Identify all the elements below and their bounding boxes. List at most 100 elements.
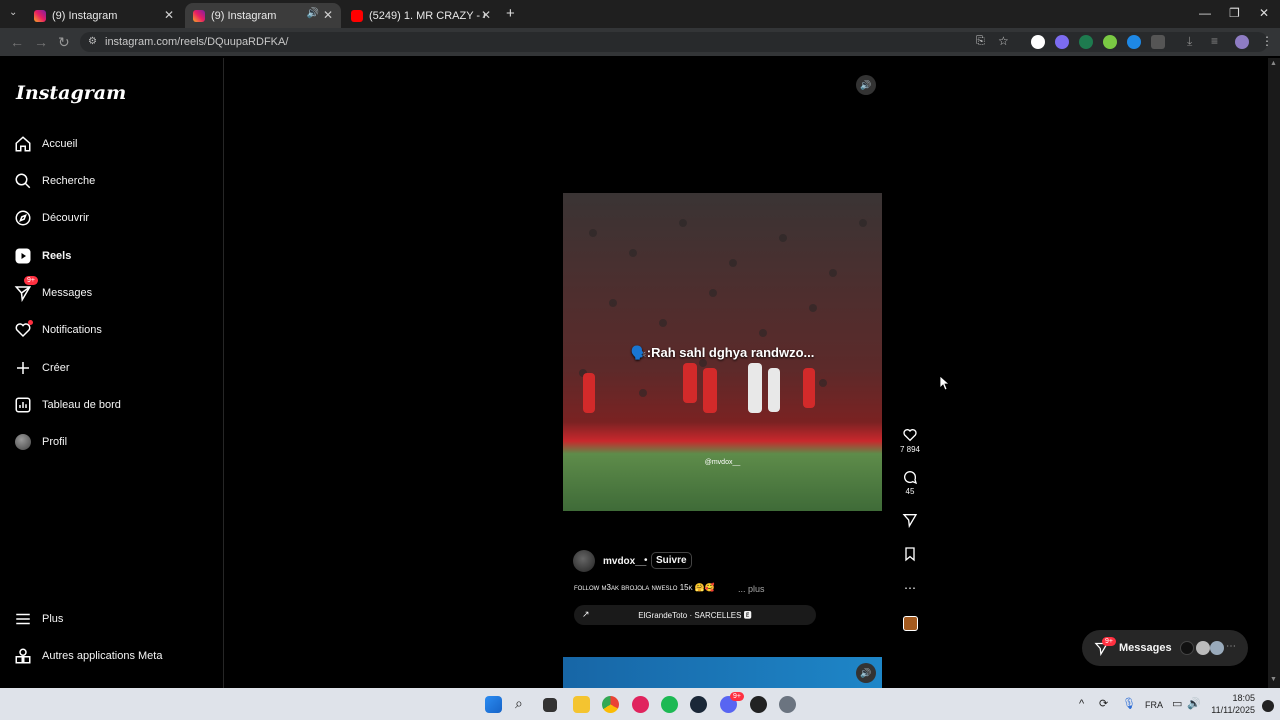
close-tab-icon[interactable]: ✕ <box>323 8 333 22</box>
like-button[interactable]: 7 894 <box>897 427 923 454</box>
messages-label: Messages <box>1119 642 1172 654</box>
sidebar-item-messages[interactable]: Messages 9+ <box>14 276 214 307</box>
browser-menu-icon[interactable]: ⋮ <box>1261 34 1273 48</box>
comment-button[interactable]: 45 <box>897 469 923 496</box>
network-icon[interactable]: ▭ <box>1172 697 1182 710</box>
taskbar-search-icon[interactable]: ⌕ <box>515 695 523 712</box>
messenger-icon <box>14 284 32 302</box>
volume-icon[interactable]: 🔊 <box>856 663 876 683</box>
tab-label: (5249) 1. MR CRAZY - COMBAT <box>369 9 485 22</box>
sidebar-item-label: Découvrir <box>42 212 90 224</box>
site-info-icon[interactable]: ⚙ <box>88 36 97 47</box>
tab-instagram-1[interactable]: (9) Instagram ✕ <box>26 3 182 28</box>
download-icon[interactable]: ⤓ <box>1187 34 1192 49</box>
page-scrollbar[interactable]: ▲ ▼ <box>1268 58 1280 688</box>
sidebar-item-tableau-de-bord[interactable]: Tableau de bord <box>14 391 214 419</box>
chrome-icon[interactable] <box>602 696 619 713</box>
sidebar-item-decouvrir[interactable]: Découvrir <box>14 204 214 232</box>
instagram-favicon-icon <box>34 9 46 22</box>
reel-video[interactable]: 🗣️:Rah sahl dghya randwzo... @mvdox__ <box>563 193 882 511</box>
reading-list-icon[interactable]: ≡ <box>1211 34 1218 48</box>
sidebar-item-plus[interactable]: Plus <box>14 605 214 633</box>
windows-start-icon[interactable] <box>485 696 502 713</box>
contact-avatar <box>1210 641 1224 655</box>
sync-icon[interactable]: ⟳ <box>1099 697 1108 710</box>
url-text[interactable]: instagram.com/reels/DQuupaRDFKA/ <box>105 36 288 48</box>
contact-avatar <box>1180 641 1194 655</box>
messages-floating-button[interactable]: 9+ Messages ⋯ <box>1082 630 1248 666</box>
share-button[interactable] <box>897 512 923 530</box>
save-button[interactable] <box>897 546 923 564</box>
app-icon[interactable] <box>750 696 767 713</box>
restore-icon[interactable]: ❐ <box>1229 6 1240 20</box>
author-avatar[interactable] <box>573 550 595 572</box>
settings-icon[interactable] <box>779 696 796 713</box>
new-tab-icon[interactable]: + <box>506 5 515 22</box>
back-icon[interactable]: ← <box>10 34 24 50</box>
reel-description: follow m3ak brojola nweslo 15k 🤗🥰 <box>574 583 715 592</box>
sidebar-item-label: Notifications <box>42 324 102 336</box>
discord-badge: 9+ <box>730 692 744 701</box>
extensions-puzzle-icon[interactable] <box>1151 35 1165 49</box>
profile-avatar-icon[interactable] <box>1235 35 1249 49</box>
messages-badge: 9+ <box>24 276 38 285</box>
follow-button[interactable]: Suivre <box>651 552 692 569</box>
plus-icon <box>14 359 32 377</box>
tab-youtube[interactable]: (5249) 1. MR CRAZY - COMBAT ✕ <box>343 3 499 28</box>
tab-instagram-2[interactable]: (9) Instagram 🔊 ✕ <box>185 3 341 28</box>
sidebar-item-creer[interactable]: Créer <box>14 354 214 382</box>
volume-icon[interactable]: 🔊 <box>856 75 876 95</box>
notification-center-icon[interactable] <box>1262 700 1274 712</box>
tray-chevron-icon[interactable]: ^ <box>1079 698 1084 710</box>
microphone-icon[interactable]: 🎙 <box>1122 697 1136 710</box>
task-view-icon[interactable] <box>543 698 557 712</box>
sidebar-item-meta-apps[interactable]: Autres applications Meta <box>14 642 214 670</box>
reload-icon[interactable]: ↻ <box>58 34 70 51</box>
instagram-logo[interactable]: Instagram <box>16 82 126 104</box>
extension-icon[interactable] <box>1103 35 1117 49</box>
language-indicator[interactable]: FRA <box>1145 700 1163 710</box>
sidebar-item-notifications[interactable]: Notifications <box>14 316 214 344</box>
messages-badge: 9+ <box>1102 637 1116 646</box>
author-username[interactable]: mvdox__ <box>603 556 646 567</box>
sidebar-item-profil[interactable]: Profil <box>14 428 214 456</box>
minimize-icon[interactable]: — <box>1199 6 1211 20</box>
extension-icon[interactable] <box>1127 35 1141 49</box>
scroll-up-icon[interactable]: ▲ <box>1270 60 1277 67</box>
sidebar-item-accueil[interactable]: Accueil <box>14 130 214 158</box>
more-options-icon[interactable]: ⋯ <box>897 582 923 594</box>
extension-icon[interactable] <box>1055 35 1069 49</box>
more-link[interactable]: ... plus <box>738 584 765 594</box>
bookmark-star-icon[interactable]: ☆ <box>998 34 1009 48</box>
extension-icon[interactable] <box>1079 35 1093 49</box>
install-app-icon[interactable]: ⎘ <box>976 35 985 48</box>
speaker-icon[interactable]: 🔊 <box>307 8 319 19</box>
steam-icon[interactable] <box>690 696 707 713</box>
spotify-icon[interactable] <box>661 696 678 713</box>
comment-icon <box>904 471 918 485</box>
close-tab-icon[interactable]: ✕ <box>481 8 491 22</box>
instagram-sidebar: Instagram Accueil Recherche Découvrir Re… <box>0 58 224 688</box>
app-icon[interactable] <box>632 696 649 713</box>
close-tab-icon[interactable]: ✕ <box>164 8 174 22</box>
audio-pill[interactable]: ↗ ElGrandeToto · SARCELLES 🅴 <box>574 605 816 625</box>
dashboard-icon <box>14 396 32 414</box>
file-explorer-icon[interactable] <box>573 696 590 713</box>
extension-icon[interactable] <box>1031 35 1045 49</box>
reel-watermark: @mvdox__ <box>704 459 741 466</box>
tab-label: (9) Instagram <box>52 9 118 22</box>
sidebar-item-recherche[interactable]: Recherche <box>14 167 214 195</box>
like-count: 7 894 <box>899 445 921 454</box>
next-reel-preview[interactable] <box>563 657 882 688</box>
instagram-favicon-icon <box>193 9 205 22</box>
clock-time[interactable]: 18:05 <box>1225 693 1255 703</box>
forward-icon[interactable]: → <box>34 34 48 50</box>
clock-date[interactable]: 11/11/2025 <box>1206 705 1255 715</box>
close-window-icon[interactable]: ✕ <box>1259 6 1269 20</box>
scroll-down-icon[interactable]: ▼ <box>1270 676 1277 683</box>
sidebar-item-reels[interactable]: Reels <box>14 242 214 270</box>
tab-search-chevron-icon[interactable]: ⌄ <box>9 7 17 18</box>
notification-dot <box>28 320 33 325</box>
volume-tray-icon[interactable]: 🔊 <box>1187 697 1201 710</box>
audio-thumbnail[interactable] <box>897 616 923 633</box>
